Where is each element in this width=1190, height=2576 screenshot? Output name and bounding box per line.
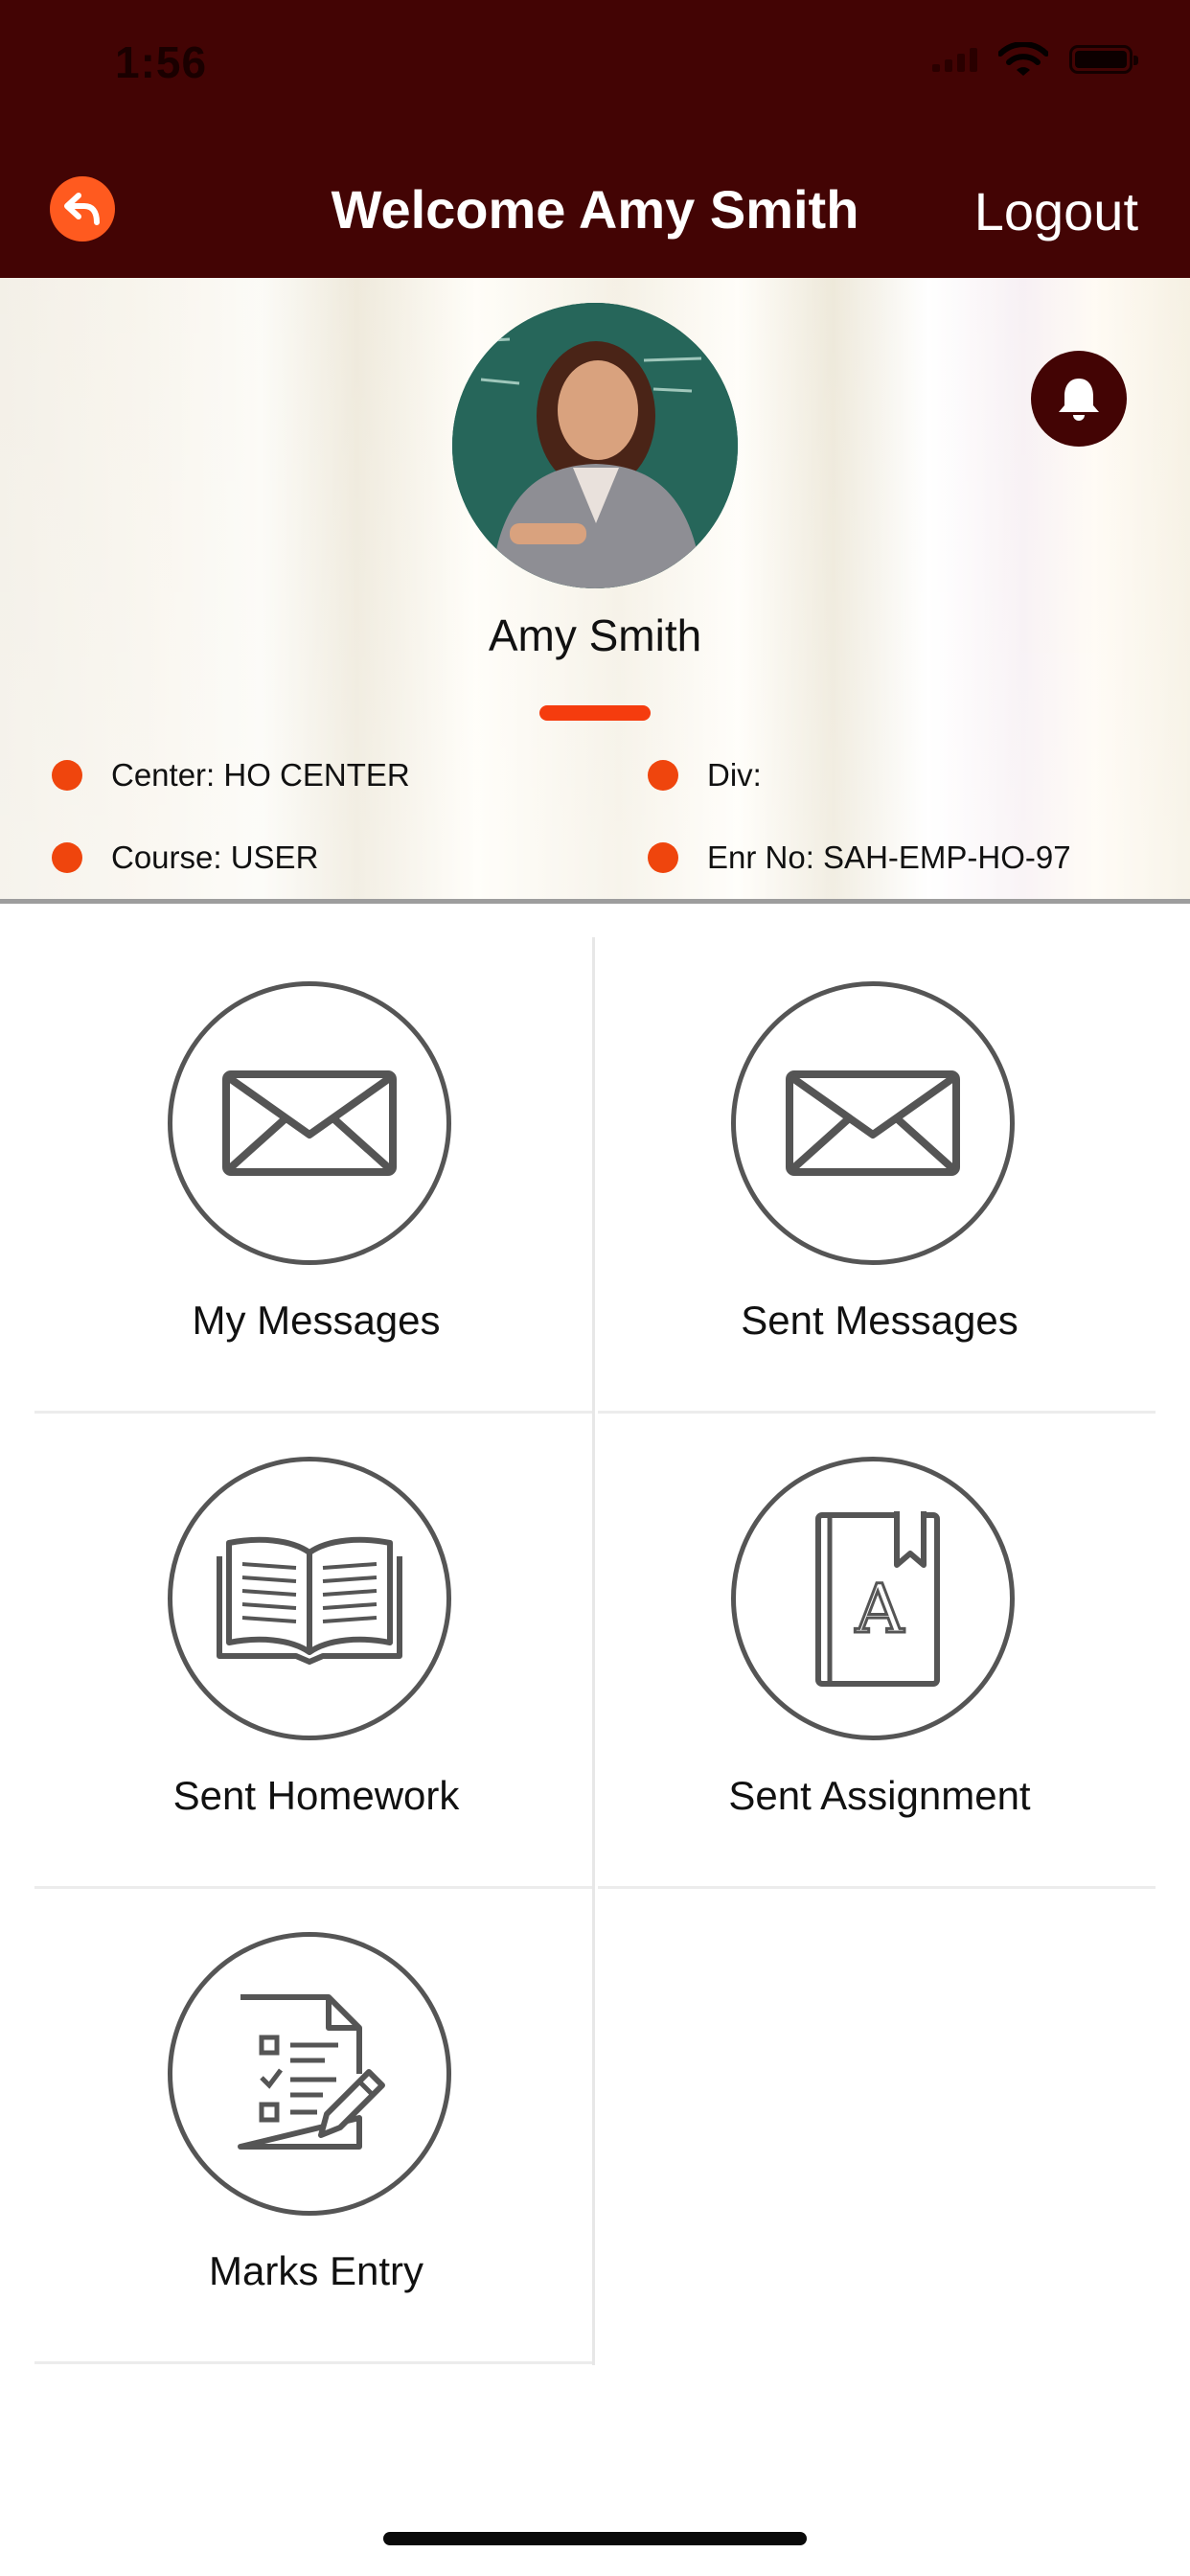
menu-tile-marks-entry[interactable]: Marks Entry <box>31 1894 602 2369</box>
info-div: Div: <box>648 757 762 794</box>
logout-button[interactable]: Logout <box>974 180 1138 242</box>
avatar[interactable] <box>452 303 738 588</box>
bullet-dot <box>52 842 82 873</box>
status-time: 1:56 <box>115 37 208 87</box>
info-enr-no-text: Enr No: SAH-EMP-HO-97 <box>707 840 1071 875</box>
menu-tile-sent-homework[interactable]: Sent Homework <box>31 1418 602 1894</box>
info-center-text: Center: HO CENTER <box>111 757 410 793</box>
wifi-icon <box>998 42 1048 76</box>
banner-divider <box>0 899 1190 904</box>
checklist-edit-icon <box>238 1994 385 2150</box>
menu-label: My Messages <box>192 1298 441 1343</box>
cellular-signal-icon <box>932 47 977 72</box>
app-header: 1:56 Welcome Amy Smith Logout <box>0 0 1190 278</box>
status-icons <box>932 42 1138 77</box>
bookmarked-book-icon: A <box>815 1511 940 1687</box>
info-course-text: Course: USER <box>111 840 319 875</box>
info-enr-no: Enr No: SAH-EMP-HO-97 <box>648 840 1071 876</box>
envelope-icon <box>222 1070 397 1176</box>
open-book-icon <box>217 1536 402 1665</box>
menu-icon-circle: A <box>731 1457 1015 1740</box>
svg-text:A: A <box>855 1570 905 1648</box>
bullet-dot <box>648 842 678 873</box>
menu-tile-my-messages[interactable]: My Messages <box>31 943 602 1418</box>
menu-tile-sent-messages[interactable]: Sent Messages <box>594 943 1165 1418</box>
home-indicator[interactable] <box>383 2532 807 2545</box>
notifications-button[interactable] <box>1031 351 1127 447</box>
menu-label: Sent Messages <box>741 1298 1018 1343</box>
menu-icon-circle <box>168 1932 451 2216</box>
profile-name: Amy Smith <box>488 610 702 660</box>
menu-tile-sent-assignment[interactable]: A Sent Assignment <box>594 1418 1165 1894</box>
info-center: Center: HO CENTER <box>52 757 410 794</box>
info-course: Course: USER <box>52 840 318 876</box>
bullet-dot <box>648 760 678 791</box>
profile-photo <box>452 303 738 588</box>
menu-icon-circle <box>731 981 1015 1265</box>
bell-icon <box>1059 379 1099 421</box>
menu-icon-circle <box>168 981 451 1265</box>
menu-label: Marks Entry <box>208 2248 424 2293</box>
menu-label: Sent Assignment <box>728 1773 1031 1818</box>
bullet-dot <box>52 760 82 791</box>
menu-icon-circle <box>168 1457 451 1740</box>
info-div-text: Div: <box>707 757 762 793</box>
menu-label: Sent Homework <box>172 1773 460 1818</box>
envelope-icon <box>786 1070 960 1176</box>
name-underline <box>539 705 651 721</box>
battery-icon <box>1069 45 1138 74</box>
